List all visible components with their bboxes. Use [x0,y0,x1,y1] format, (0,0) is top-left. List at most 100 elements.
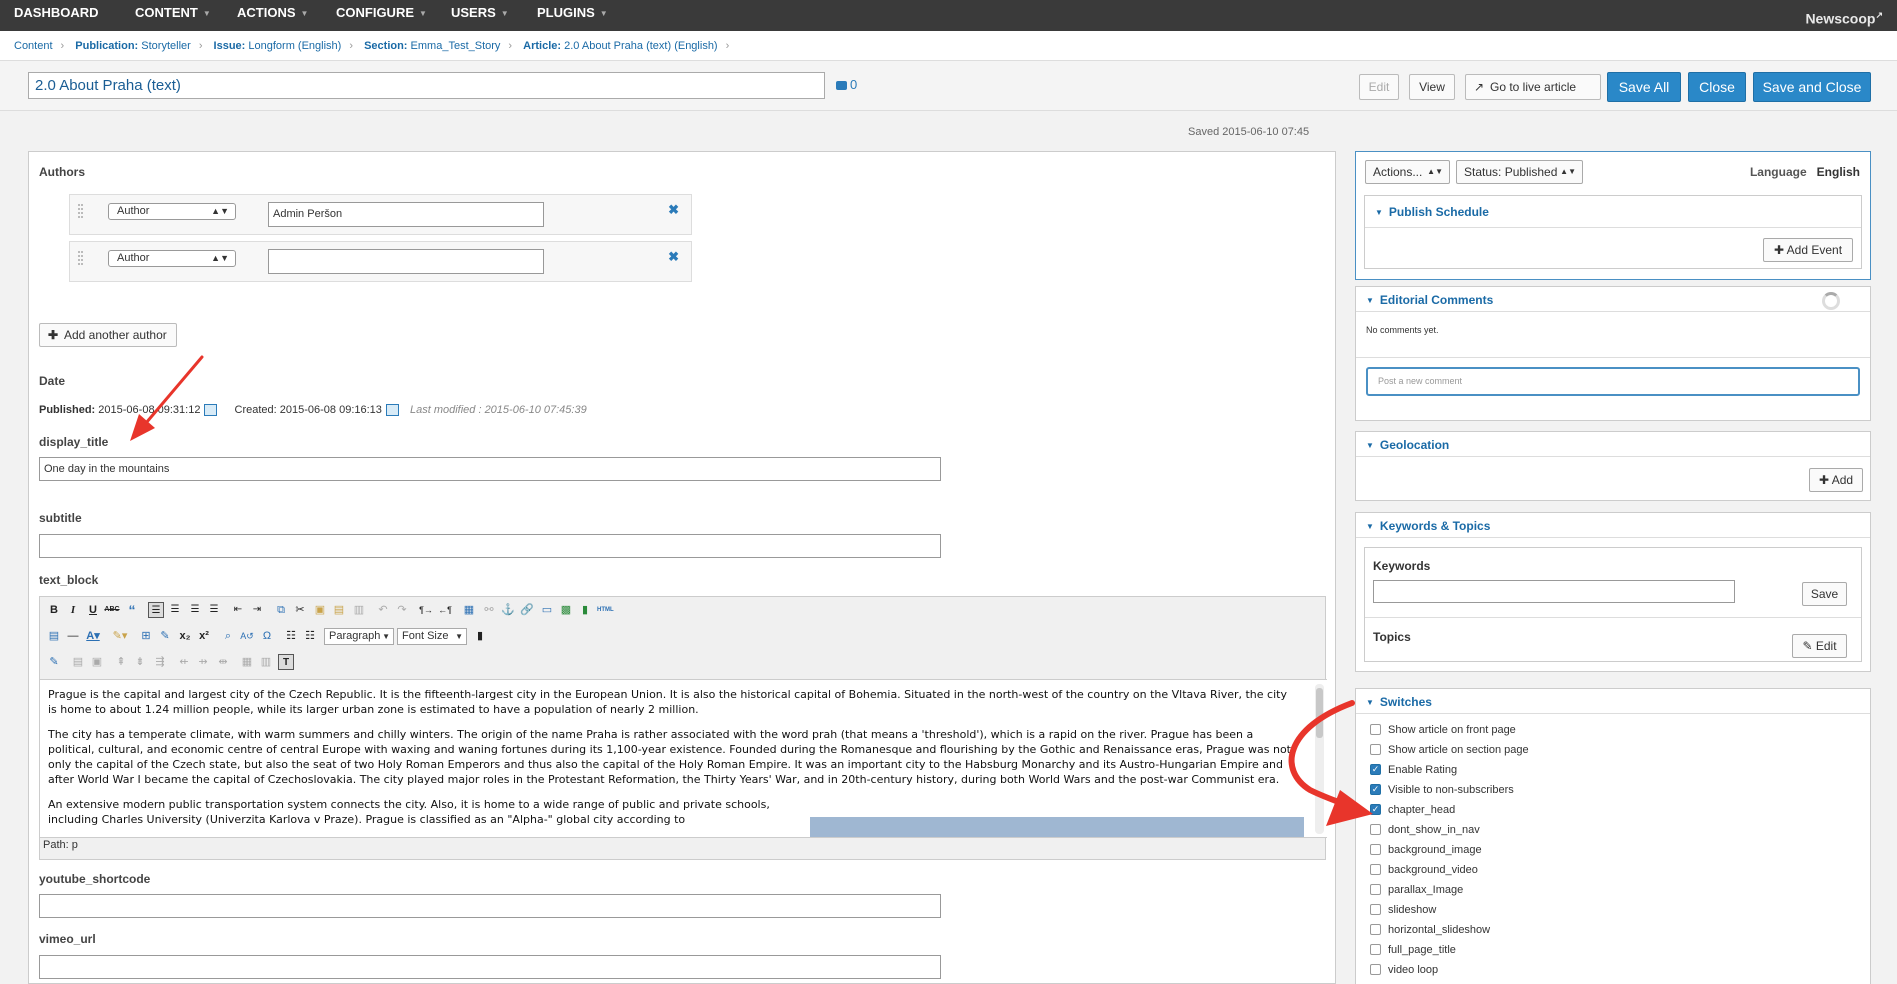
col-after-icon[interactable]: ⇸ [195,654,211,670]
author-role-select[interactable]: Author ▲▼ [108,250,236,267]
editor-scrollbar[interactable] [1315,684,1324,834]
vimeo-url-input[interactable] [39,955,941,979]
special-format-icon[interactable]: ⊞ [138,628,154,644]
switch-item[interactable]: Show article on front page [1370,723,1516,739]
format-select[interactable]: Paragraph ▼ [324,628,394,645]
switch-checkbox[interactable]: ✓ [1370,783,1381,795]
nav-content[interactable]: CONTENT ▼ [135,0,211,31]
page-break-icon[interactable]: ▮ [472,628,488,644]
scrollbar-thumb[interactable] [1316,688,1323,738]
nav-users[interactable]: USERS ▼ [451,0,509,31]
brand-logo[interactable]: Newscoop↗ [1805,0,1883,31]
switch-checkbox[interactable]: ✓ [1370,763,1381,775]
strikethrough-icon[interactable]: ABC [104,602,120,618]
remove-author-icon[interactable]: ✖ [668,249,679,265]
editorial-comments-header[interactable]: ▼ Editorial Comments [1366,293,1493,307]
switches-header[interactable]: ▼ Switches [1366,695,1432,709]
drag-handle-icon[interactable] [78,251,83,265]
crumb-section[interactable]: Emma_Test_Story [411,40,501,52]
geolocation-header[interactable]: ▼ Geolocation [1366,438,1449,452]
anchor-icon[interactable]: ⚓ [500,602,516,618]
calendar-icon[interactable] [204,404,218,417]
col-before-icon[interactable]: ⇷ [176,654,192,670]
row-after-icon[interactable]: ⇟ [132,654,148,670]
add-another-author-button[interactable]: ✚ Add another author [39,323,177,347]
add-event-button[interactable]: ✚ Add Event [1763,238,1853,262]
edit-button[interactable]: Edit [1359,74,1399,100]
switch-item[interactable]: horizontal_slideshow [1370,923,1490,939]
editor-content[interactable]: Prague is the capital and largest city o… [40,679,1327,838]
view-button[interactable]: View [1409,74,1455,100]
subscript-icon[interactable]: ✎ [157,628,173,644]
actions-select[interactable]: Actions... ▲▼ [1365,160,1450,184]
redo-icon[interactable]: ↷ [394,602,410,618]
horizontal-rule-icon[interactable]: — [65,628,81,644]
omega-icon[interactable]: Ω [259,628,275,644]
font-size-select[interactable]: Font Size ▼ [397,628,467,645]
switch-checkbox[interactable] [1370,923,1381,935]
switch-checkbox[interactable] [1370,743,1381,755]
delete-row-icon[interactable]: ⇶ [152,654,168,670]
article-title-input[interactable]: 2.0 About Praha (text) [28,72,825,99]
split-cells-icon[interactable]: ▦ [239,654,255,670]
keywords-save-button[interactable]: Save [1802,582,1847,606]
nav-dashboard[interactable]: DASHBOARD [14,0,99,31]
nav-actions[interactable]: ACTIONS ▼ [237,0,308,31]
switch-item[interactable]: video loop [1370,963,1438,979]
copy-icon[interactable]: ⧉ [273,602,289,618]
paste-word-icon[interactable]: ▥ [351,602,367,618]
film-icon[interactable]: ▮ [577,602,593,618]
font-color-icon[interactable]: A▾ [85,628,101,644]
text-box-icon[interactable]: T [278,654,294,670]
indent-icon[interactable]: ⇥ [249,602,265,618]
find-icon[interactable]: ⌕ [220,628,236,644]
crumb-publication[interactable]: Storyteller [141,40,191,52]
new-comment-input[interactable]: Post a new comment [1366,367,1860,396]
align-center-icon[interactable]: ☰ [167,602,183,618]
switch-item[interactable]: parallax_Image [1370,883,1463,899]
highlight-color-icon[interactable]: ✎▾ [112,628,128,644]
switch-checkbox[interactable] [1370,843,1381,855]
outdent-icon[interactable]: ⇤ [230,602,246,618]
subtitle-input[interactable] [39,534,941,558]
ltr-icon[interactable]: ¶→ [418,602,434,618]
row-before-icon[interactable]: ⇞ [113,654,129,670]
replace-icon[interactable]: A↺ [239,628,255,644]
switch-item[interactable]: full_page_title [1370,943,1456,959]
keywords-input[interactable] [1373,580,1735,603]
switch-checkbox[interactable] [1370,903,1381,915]
author-name-input[interactable] [268,249,544,274]
remove-author-icon[interactable]: ✖ [668,202,679,218]
youtube-shortcode-input[interactable] [39,894,941,918]
align-right-icon[interactable]: ☰ [187,602,203,618]
superscript-icon[interactable]: x² [196,628,212,644]
unlink-icon[interactable]: ⚯ [481,602,497,618]
rtl-icon[interactable]: ←¶ [437,602,453,618]
switch-item[interactable]: ✓ chapter_head [1370,803,1455,819]
close-button[interactable]: Close [1688,72,1746,102]
insert-image-icon[interactable]: ▦ [461,602,477,618]
underline-icon[interactable]: U [85,602,101,618]
switch-item[interactable]: Show article on section page [1370,743,1529,759]
paste-text-icon[interactable]: ▤ [331,602,347,618]
delete-col-icon[interactable]: ⇹ [215,654,231,670]
align-justify-icon[interactable]: ☰ [206,602,222,618]
author-role-select[interactable]: Author ▲▼ [108,203,236,220]
crumb-article[interactable]: 2.0 About Praha (text) (English) [564,40,717,52]
link-icon[interactable]: 🔗 [519,602,535,618]
keywords-topics-header[interactable]: ▼ Keywords & Topics [1366,519,1490,533]
switch-checkbox[interactable] [1370,863,1381,875]
nav-plugins[interactable]: PLUGINS ▼ [537,0,608,31]
switch-item[interactable]: ✓ Visible to non-subscribers [1370,783,1514,799]
merge-cells-icon[interactable]: ▥ [258,654,274,670]
undo-icon[interactable]: ↶ [375,602,391,618]
save-and-close-button[interactable]: Save and Close [1753,72,1871,102]
switch-item[interactable]: background_image [1370,843,1482,859]
switch-checkbox[interactable] [1370,823,1381,835]
align-left-icon[interactable]: ☰ [148,602,164,618]
go-to-live-article-button[interactable]: ↗ Go to live article [1465,74,1601,100]
author-name-input[interactable]: Admin Peršon [268,202,544,227]
switch-item[interactable]: background_video [1370,863,1478,879]
embedded-image[interactable] [810,817,1304,837]
paste-icon[interactable]: ▣ [312,602,328,618]
